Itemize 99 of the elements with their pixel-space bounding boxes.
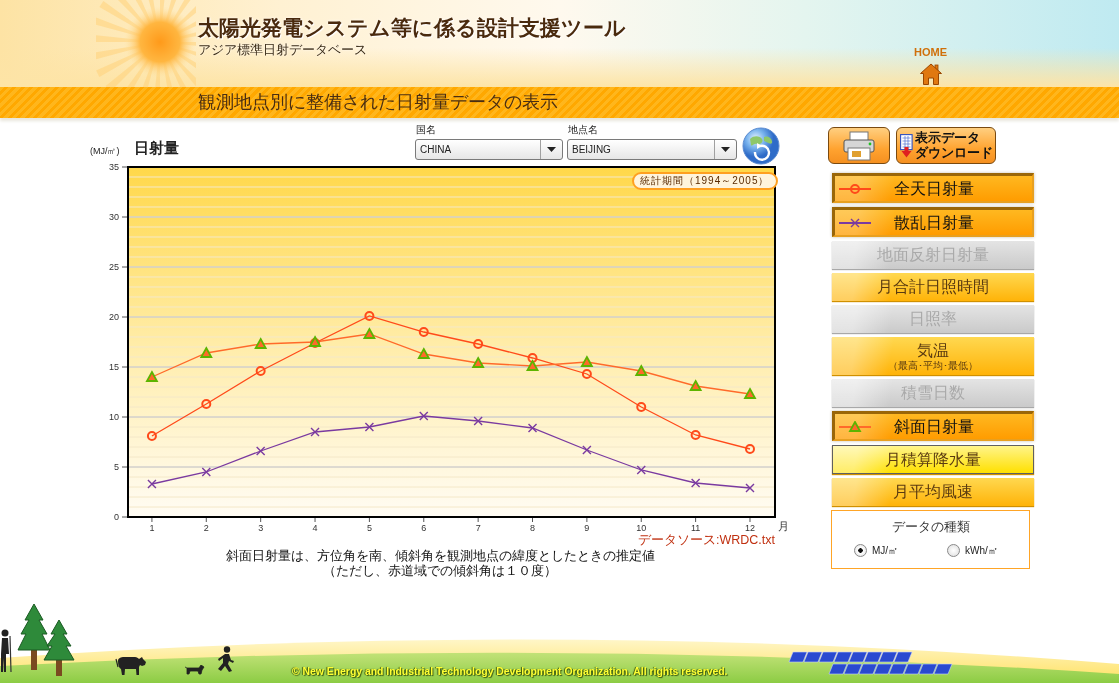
data-point [473,416,483,426]
data-point [199,346,213,358]
data-point [745,483,755,493]
radio-button[interactable] [854,544,867,557]
data-point [582,445,592,455]
document-icon [899,133,913,158]
y-axis-label: 35 [109,162,119,172]
radio-label: MJ/㎡ [872,544,899,558]
data-point [690,478,701,488]
dropdown-select[interactable]: CHINA [415,139,563,160]
data-point [145,370,159,382]
globe-icon [742,127,780,165]
y-axis-label: 30 [109,212,119,222]
data-point [364,311,375,321]
dropdown-select[interactable]: BEIJING [567,139,737,160]
radio-button[interactable] [947,544,960,557]
x-axis-label: 6 [421,523,427,532]
dog-icon [185,665,205,675]
data-point [146,431,157,441]
download-button[interactable]: 表示データ ダウンロード [896,127,996,164]
data-point [254,337,268,349]
data-point [581,369,592,379]
data-item-button[interactable]: 月合計日照時間 [832,273,1034,301]
data-point [201,467,211,477]
x-unit-label: 月 [778,520,789,532]
data-point [689,379,703,391]
data-point [418,327,429,337]
x-axis-label: 7 [475,523,481,532]
site-title: 太陽光発電システム等に係る設計支援ツール [198,15,626,41]
data-point [419,411,429,421]
data-item-button[interactable]: 斜面日射量 [832,411,1034,441]
data-item-button[interactable]: 月平均風速 [832,478,1034,506]
data-point [745,444,755,454]
x-axis-label: 8 [530,523,535,532]
unit-label: (MJ/㎡) [90,144,121,158]
y-axis-label: 0 [114,512,119,522]
y-axis-label: 25 [109,262,119,272]
data-point [634,364,648,376]
printer-icon [842,130,876,161]
tree-icon [17,604,51,670]
data-item-button[interactable]: 月積算降水量 [832,445,1034,474]
data-point [362,327,376,339]
data-point [255,446,266,456]
x-axis-label: 9 [584,523,590,532]
data-type-title: データの種類 [890,519,971,535]
data-point [527,423,538,433]
data-point [364,422,375,432]
data-point [636,465,646,475]
y-axis-label: 10 [109,412,119,422]
data-source-text: データソース:WRDC.txt [637,533,775,547]
data-point [743,387,757,399]
house-icon [919,63,942,85]
field-label: 地点名 [567,124,599,136]
data-point [417,347,431,359]
runner-icon [215,646,235,672]
data-point [471,356,485,368]
data-point [527,353,538,363]
caret-icon [721,147,730,152]
site-subtitle: アジア標準日射データベース [198,42,368,58]
x-axis-label: 1 [149,523,155,532]
tree-icon [42,620,76,676]
data-point [526,359,540,371]
y-axis-label: 15 [109,362,119,372]
line-marker-icon [839,216,871,229]
period-badge: 統計期間（1994～2005） [632,172,778,190]
y-axis-label: 20 [109,312,119,322]
data-point [636,402,647,412]
data-point [201,399,212,409]
page-heading: 観測地点別に整備された日射量データの表示 [198,91,558,114]
globe-button[interactable] [742,127,780,165]
data-item-button[interactable]: 全天日射量 [832,173,1034,203]
note-text: 斜面日射量は、方位角を南、傾斜角を観測地点の緯度としたときの推定値 [224,549,656,564]
data-point [690,430,701,440]
x-axis-label: 11 [690,523,701,532]
data-point [473,339,484,349]
caret-icon [547,147,556,152]
y-axis-label: 5 [114,462,119,472]
print-button[interactable] [828,127,890,164]
line-marker-icon [839,420,871,433]
copyright-text: © New Energy and Industrial Technology Development Organization. All rights reserved. [292,666,728,678]
radio-label: kWh/㎡ [965,544,998,558]
field-label: 国名 [415,124,437,136]
data-point [310,427,320,437]
x-axis-label: 2 [203,523,209,532]
x-axis-label: 4 [312,523,318,532]
x-axis-label: 12 [745,523,755,532]
x-axis-label: 3 [258,523,264,532]
data-item-button[interactable]: 気温 （最高･平均･最低） [832,337,1034,375]
x-axis-label: 5 [366,523,372,532]
line-marker-icon [839,182,871,195]
note-text: （ただし、赤道域での傾斜角は１０度） [322,564,558,579]
data-point [580,355,594,367]
data-item-button[interactable]: 散乱日射量 [832,207,1034,237]
chart-title: 日射量 [134,137,180,158]
data-point [147,479,157,489]
data-point [255,366,266,376]
cow-icon [115,654,147,676]
x-axis-label: 10 [636,523,647,532]
farmer-icon [0,628,14,674]
